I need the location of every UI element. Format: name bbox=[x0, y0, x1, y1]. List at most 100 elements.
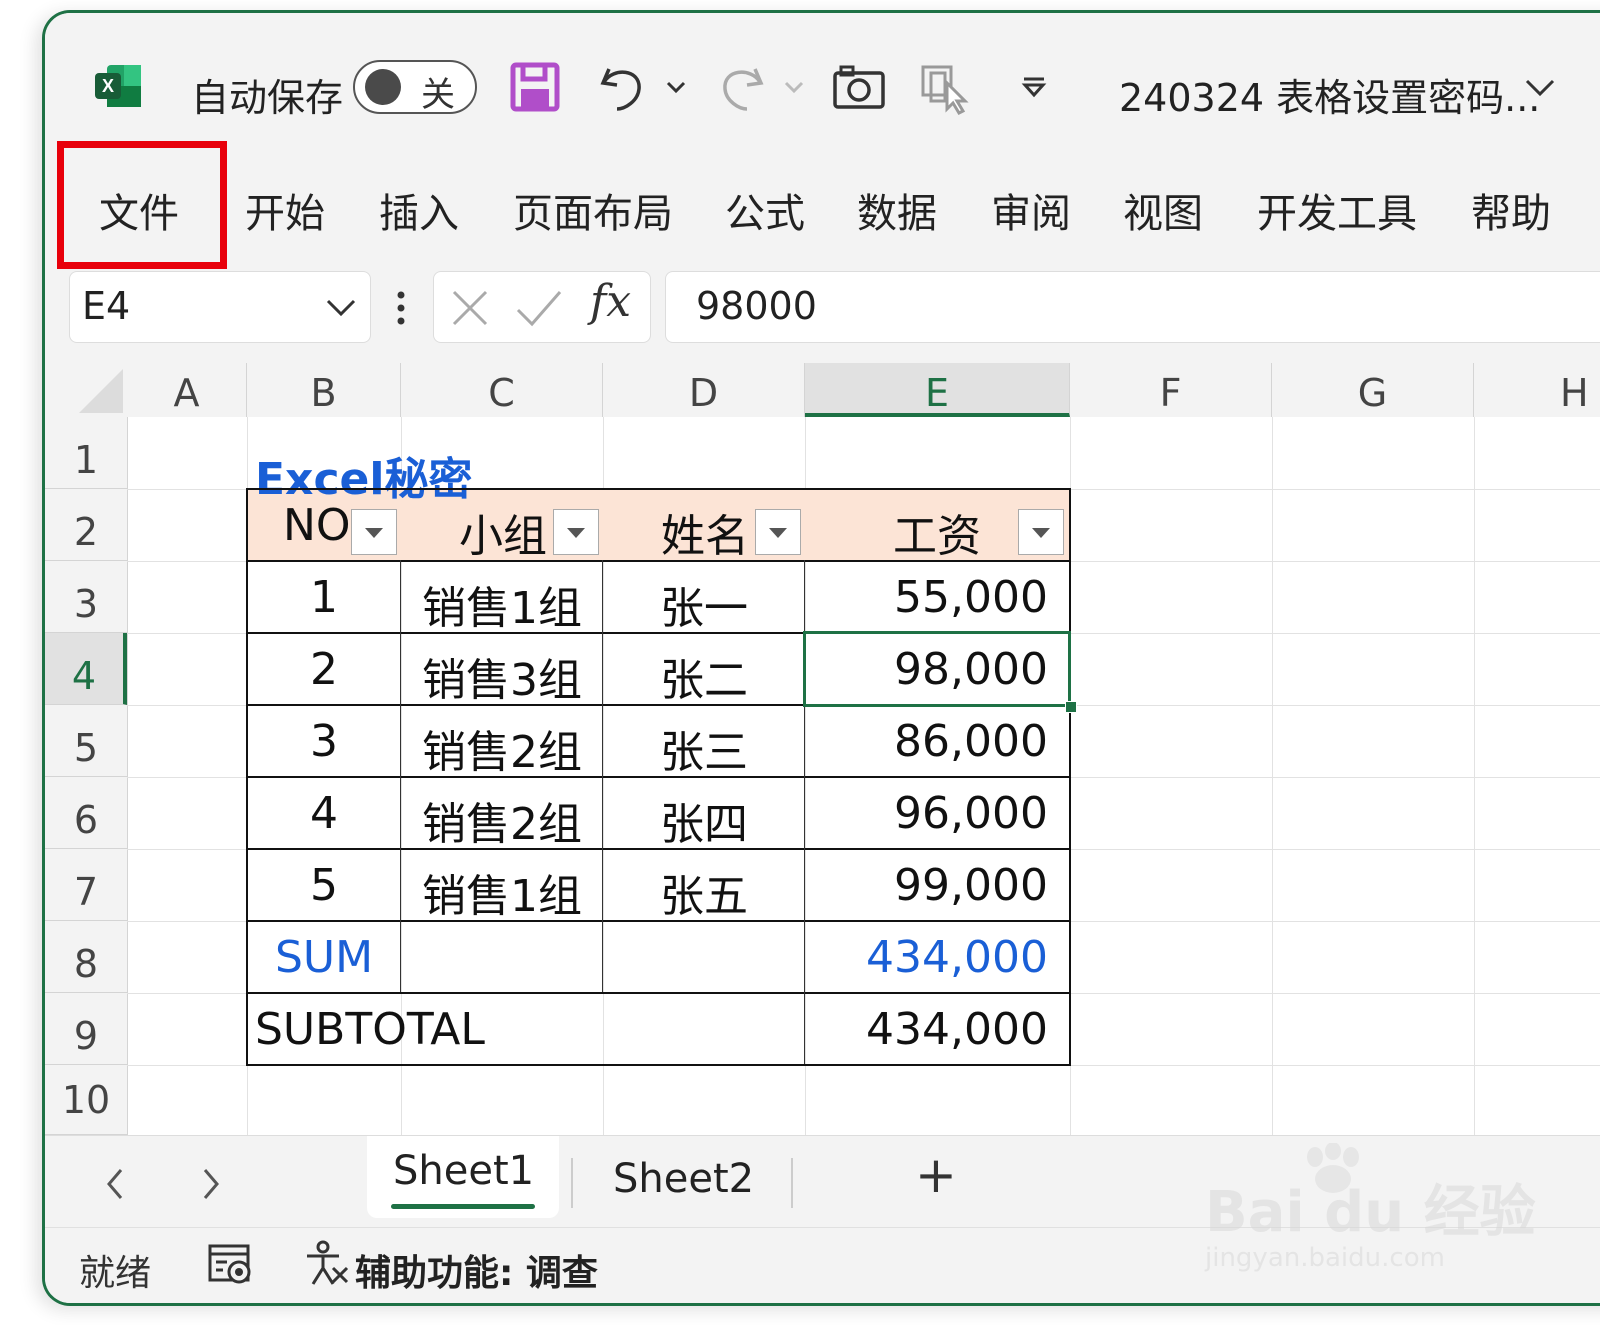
subtotal-value-cell[interactable]: 434,000 bbox=[805, 1004, 1048, 1055]
cell-group[interactable]: 销售2组 bbox=[401, 788, 603, 852]
prev-sheet-icon[interactable] bbox=[101, 1166, 129, 1202]
tab-formulas[interactable]: 公式 bbox=[725, 181, 805, 239]
ribbon-tabs: 文件 开始 插入 页面布局 公式 数据 审阅 视图 开发工具 帮助 bbox=[45, 145, 1600, 263]
title-dropdown-icon[interactable] bbox=[1523, 75, 1557, 99]
name-box-dropdown-icon[interactable] bbox=[324, 294, 358, 320]
subtotal-label-cell[interactable]: SUBTOTAL bbox=[255, 1004, 485, 1055]
name-box-value: E4 bbox=[82, 284, 131, 328]
tab-home[interactable]: 开始 bbox=[245, 181, 325, 239]
filter-dropdown-icon[interactable] bbox=[755, 509, 801, 555]
select-all-corner[interactable] bbox=[45, 363, 128, 417]
header-group[interactable]: 小组 bbox=[459, 500, 547, 564]
cell-group[interactable]: 销售3组 bbox=[401, 644, 603, 708]
column-header-a[interactable]: A bbox=[127, 363, 247, 417]
save-icon[interactable] bbox=[507, 59, 563, 115]
macro-record-icon[interactable] bbox=[207, 1242, 253, 1286]
filter-dropdown-icon[interactable] bbox=[1018, 509, 1064, 555]
tab-data[interactable]: 数据 bbox=[857, 181, 937, 239]
column-header-d[interactable]: D bbox=[603, 363, 805, 417]
undo-icon[interactable] bbox=[595, 59, 651, 115]
cell-no[interactable]: 5 bbox=[247, 860, 401, 911]
column-header-f[interactable]: F bbox=[1070, 363, 1272, 417]
cell-no[interactable]: 1 bbox=[247, 572, 401, 623]
accessibility-icon[interactable] bbox=[303, 1240, 349, 1288]
cell-salary[interactable]: 86,000 bbox=[805, 716, 1048, 767]
column-header-b[interactable]: B bbox=[247, 363, 401, 417]
header-salary[interactable]: 工资 bbox=[893, 500, 981, 564]
name-box[interactable]: E4 bbox=[69, 271, 371, 343]
filter-dropdown-icon[interactable] bbox=[553, 509, 599, 555]
sum-value-cell[interactable]: 434,000 bbox=[805, 932, 1048, 983]
status-ready: 就绪 bbox=[79, 1253, 152, 1294]
autosave-toggle[interactable]: 关 bbox=[353, 60, 477, 115]
camera-icon[interactable] bbox=[831, 59, 887, 115]
next-sheet-icon[interactable] bbox=[197, 1166, 225, 1202]
cell-no[interactable]: 3 bbox=[247, 716, 401, 767]
redo-icon[interactable] bbox=[713, 59, 769, 115]
cell-salary[interactable]: 55,000 bbox=[805, 572, 1048, 623]
add-sheet-button[interactable]: + bbox=[915, 1146, 957, 1204]
gridline bbox=[1474, 417, 1475, 1135]
cell-name[interactable]: 张四 bbox=[603, 788, 805, 852]
cell-group[interactable]: 销售1组 bbox=[401, 572, 603, 636]
cell-no[interactable]: 4 bbox=[247, 788, 401, 839]
tab-developer[interactable]: 开发工具 bbox=[1257, 181, 1417, 239]
redo-dropdown-icon[interactable] bbox=[781, 77, 807, 97]
header-name[interactable]: 姓名 bbox=[661, 500, 749, 564]
fill-handle[interactable] bbox=[1065, 701, 1077, 713]
column-header-c[interactable]: C bbox=[401, 363, 603, 417]
cell-salary[interactable]: 99,000 bbox=[805, 860, 1048, 911]
cell-salary[interactable]: 96,000 bbox=[805, 788, 1048, 839]
table-border bbox=[246, 560, 1071, 562]
row-header-8[interactable]: 8 bbox=[45, 921, 127, 993]
row-header-10[interactable]: 10 bbox=[45, 1065, 127, 1135]
table-border bbox=[246, 992, 1071, 994]
accessibility-status[interactable]: 辅助功能: 调查 bbox=[355, 1244, 598, 1296]
cell-name[interactable]: 张二 bbox=[603, 644, 805, 708]
cell-name[interactable]: 张三 bbox=[603, 716, 805, 780]
cancel-icon[interactable] bbox=[448, 286, 492, 330]
row-header-1[interactable]: 1 bbox=[45, 417, 127, 489]
table-border bbox=[246, 488, 248, 1066]
column-header-h[interactable]: H bbox=[1474, 363, 1600, 417]
autosave-label: 自动保存 bbox=[191, 76, 344, 120]
header-no[interactable]: NO bbox=[283, 500, 351, 551]
table-border bbox=[246, 1064, 1071, 1066]
cell-no[interactable]: 2 bbox=[247, 644, 401, 695]
undo-dropdown-icon[interactable] bbox=[663, 77, 689, 97]
row-header-4[interactable]: 4 bbox=[45, 633, 127, 705]
enter-icon[interactable] bbox=[514, 286, 564, 330]
row-header-2[interactable]: 2 bbox=[45, 489, 127, 561]
row-header-6[interactable]: 6 bbox=[45, 777, 127, 849]
row-header-3[interactable]: 3 bbox=[45, 561, 127, 633]
excel-logo-icon[interactable]: X bbox=[93, 61, 143, 111]
selected-cell-e4[interactable] bbox=[803, 631, 1071, 707]
column-header-g[interactable]: G bbox=[1272, 363, 1474, 417]
filter-dropdown-icon[interactable] bbox=[351, 509, 397, 555]
sheet-tab-sheet2[interactable]: Sheet2 bbox=[613, 1156, 754, 1202]
row-header-7[interactable]: 7 bbox=[45, 849, 127, 921]
row-header-9[interactable]: 9 bbox=[45, 993, 127, 1065]
excel-window: X 自动保存 关 240324 表格设置密码... 文件 开始 插入 页面布局 … bbox=[42, 10, 1600, 1306]
document-title[interactable]: 240324 表格设置密码... bbox=[1119, 67, 1540, 122]
tab-page-layout[interactable]: 页面布局 bbox=[513, 181, 673, 239]
more-options-icon[interactable] bbox=[391, 289, 411, 327]
cell-group[interactable]: 销售1组 bbox=[401, 860, 603, 924]
tab-view[interactable]: 视图 bbox=[1123, 181, 1203, 239]
sheet-title-cell[interactable]: Excel秘密 bbox=[255, 443, 472, 507]
tab-review[interactable]: 审阅 bbox=[991, 181, 1071, 239]
baidu-watermark: Bai du 经验 jingyan.baidu.com bbox=[1205, 1143, 1536, 1283]
row-header-5[interactable]: 5 bbox=[45, 705, 127, 777]
tab-help[interactable]: 帮助 bbox=[1471, 181, 1551, 239]
formula-input[interactable]: 98000 bbox=[665, 271, 1600, 343]
cell-group[interactable]: 销售2组 bbox=[401, 716, 603, 780]
touch-mode-icon[interactable] bbox=[919, 59, 975, 115]
insert-function-button[interactable]: fx bbox=[590, 276, 631, 327]
cell-name[interactable]: 张五 bbox=[603, 860, 805, 924]
sheet-tab-sheet1[interactable]: Sheet1 bbox=[367, 1136, 559, 1218]
tab-insert[interactable]: 插入 bbox=[379, 181, 459, 239]
customize-qat-icon[interactable] bbox=[1017, 71, 1051, 105]
sum-label-cell[interactable]: SUM bbox=[247, 932, 401, 983]
column-header-e[interactable]: E bbox=[805, 363, 1070, 417]
cell-name[interactable]: 张一 bbox=[603, 572, 805, 636]
